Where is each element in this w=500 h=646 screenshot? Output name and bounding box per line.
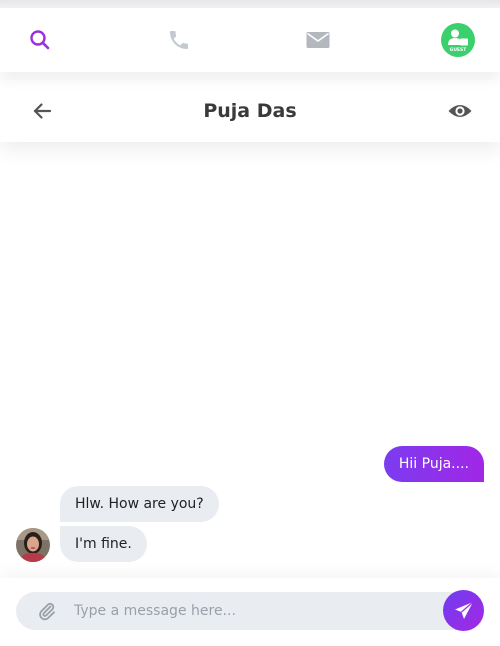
nav-search-button[interactable]	[16, 8, 64, 72]
paperclip-icon	[39, 602, 55, 621]
arrow-left-icon	[33, 103, 52, 119]
attach-button[interactable]	[34, 598, 60, 624]
send-icon	[454, 601, 473, 619]
eye-icon	[448, 105, 472, 117]
chat-header: Puja Das	[0, 80, 500, 142]
view-profile-button[interactable]	[438, 91, 482, 131]
guest-badge-text: GUEST	[450, 47, 468, 53]
composer	[0, 578, 500, 646]
search-icon	[30, 30, 50, 50]
contact-avatar[interactable]	[16, 528, 50, 562]
message-input-wrapper	[16, 592, 484, 630]
guest-avatar-icon: GUEST	[441, 23, 475, 57]
message-input[interactable]	[74, 592, 434, 630]
phone-icon	[170, 31, 188, 49]
message-incoming: I'm fine.	[60, 526, 147, 562]
nav-profile-button[interactable]: GUEST	[434, 8, 482, 72]
nav-mail-button[interactable]	[294, 8, 342, 72]
nav-call-button[interactable]	[155, 8, 203, 72]
top-nav: GUEST	[0, 8, 500, 72]
mail-icon	[306, 32, 330, 48]
contact-photo	[16, 528, 50, 562]
send-button[interactable]	[443, 590, 484, 631]
back-button[interactable]	[22, 91, 62, 131]
message-list: Hii Puja.... Hlw. How are you? I'm fine.	[0, 142, 500, 578]
chat-title: Puja Das	[203, 100, 297, 122]
message-outgoing: Hii Puja....	[383, 446, 484, 482]
message-incoming: Hlw. How are you?	[60, 486, 219, 522]
window-top-strip	[0, 0, 500, 8]
chat-app: GUEST Puja Das Hii Puja.... Hlw. How are…	[0, 0, 500, 646]
